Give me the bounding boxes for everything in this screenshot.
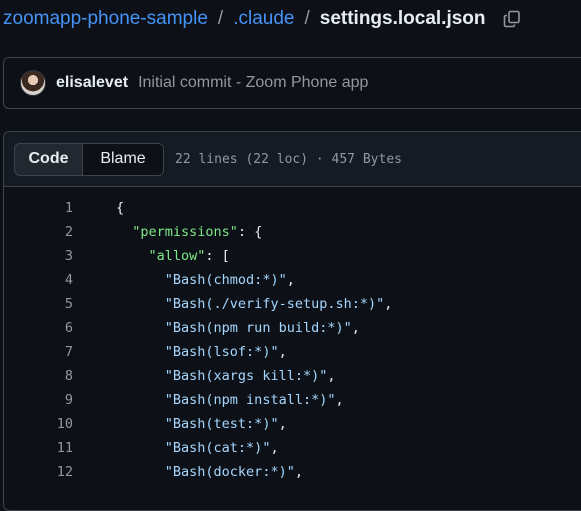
code-text: "permissions": { [73,220,262,244]
json-punctuation: , [327,368,336,384]
json-string: "Bash(npm run build:*)" [164,320,352,336]
breadcrumb-file-name: settings.local.json [319,8,486,29]
json-string: "Bash(chmod:*)" [164,272,287,288]
code-text: "Bash(lsof:*)", [73,340,287,364]
code-text: "Bash(cat:*)", [73,436,279,460]
line-number[interactable]: 8 [4,364,73,388]
json-punctuation: { [116,200,125,216]
json-punctuation: , [351,320,360,336]
json-punctuation: , [335,392,344,408]
json-string: "Bash(npm install:*)" [164,392,336,408]
code-line: 8 "Bash(xargs kill:*)", [4,364,581,388]
code-line: 11 "Bash(cat:*)", [4,436,581,460]
line-number[interactable]: 12 [4,460,73,484]
commit-message[interactable]: Initial commit - Zoom Phone app [138,74,368,92]
json-punctuation: , [294,464,303,480]
json-key: "permissions" [132,224,238,240]
code-text: "Bash(test:*)", [73,412,287,436]
json-string: "Bash(cat:*)" [164,440,271,456]
breadcrumb-repo-link[interactable]: zoomapp-phone-sample [3,8,208,30]
json-punctuation: , [286,272,295,288]
json-punctuation: , [278,416,287,432]
code-text: "Bash(docker:*)", [73,460,303,484]
line-number[interactable]: 6 [4,316,73,340]
line-number[interactable]: 10 [4,412,73,436]
code-text: { [73,196,124,220]
line-number[interactable]: 3 [4,244,73,268]
copy-icon [503,10,520,28]
line-number[interactable]: 2 [4,220,73,244]
file-meta: 22 lines (22 loc) · 457 Bytes [175,151,402,167]
json-key: "allow" [148,248,206,264]
copy-path-button[interactable] [501,8,523,30]
code-line: 7 "Bash(lsof:*)", [4,340,581,364]
json-punctuation: : { [237,224,263,240]
code-line: 9 "Bash(npm install:*)", [4,388,581,412]
json-string: "Bash(xargs kill:*)" [164,368,328,384]
code-line: 3 "allow": [ [4,244,581,268]
line-number[interactable]: 4 [4,268,73,292]
code-line: 10 "Bash(test:*)", [4,412,581,436]
json-punctuation: , [278,344,287,360]
breadcrumb-separator: / [217,8,224,29]
breadcrumb-separator: / [304,8,310,29]
line-number[interactable]: 1 [4,196,73,220]
file-header: Code Blame 22 lines (22 loc) · 457 Bytes [4,132,581,187]
line-number[interactable]: 7 [4,340,73,364]
code-line: 2 "permissions": { [4,220,581,244]
code-text: "Bash(./verify-setup.sh:*)", [73,292,393,316]
line-number[interactable]: 9 [4,388,73,412]
tab-code[interactable]: Code [15,143,83,175]
code-content: 1{2 "permissions": {3 "allow": [4 "Bash(… [4,187,581,484]
breadcrumb: zoomapp-phone-sample / .claude / setting… [3,5,523,33]
view-toggle: Code Blame [14,142,164,176]
avatar[interactable] [20,70,46,96]
json-punctuation: , [270,440,279,456]
code-line: 4 "Bash(chmod:*)", [4,268,581,292]
code-text: "Bash(npm install:*)", [73,388,344,412]
line-number[interactable]: 5 [4,292,73,316]
code-text: "Bash(npm run build:*)", [73,316,360,340]
code-line: 1{ [4,196,581,220]
line-number[interactable]: 11 [4,436,73,460]
json-punctuation: : [ [205,248,230,264]
json-string: "Bash(lsof:*)" [164,344,279,360]
tab-blame[interactable]: Blame [83,143,163,175]
file-viewer: Code Blame 22 lines (22 loc) · 457 Bytes… [3,131,581,511]
code-line: 5 "Bash(./verify-setup.sh:*)", [4,292,581,316]
json-punctuation: , [384,296,393,312]
code-text: "allow": [ [73,244,230,268]
json-string: "Bash(docker:*)" [164,464,295,480]
latest-commit-bar: elisalevet Initial commit - Zoom Phone a… [3,57,581,109]
json-string: "Bash(test:*)" [164,416,279,432]
code-text: "Bash(xargs kill:*)", [73,364,336,388]
breadcrumb-folder-link[interactable]: .claude [233,8,294,30]
code-line: 12 "Bash(docker:*)", [4,460,581,484]
commit-author[interactable]: elisalevet [56,74,128,92]
code-text: "Bash(chmod:*)", [73,268,295,292]
code-line: 6 "Bash(npm run build:*)", [4,316,581,340]
json-string: "Bash(./verify-setup.sh:*)" [164,296,385,312]
